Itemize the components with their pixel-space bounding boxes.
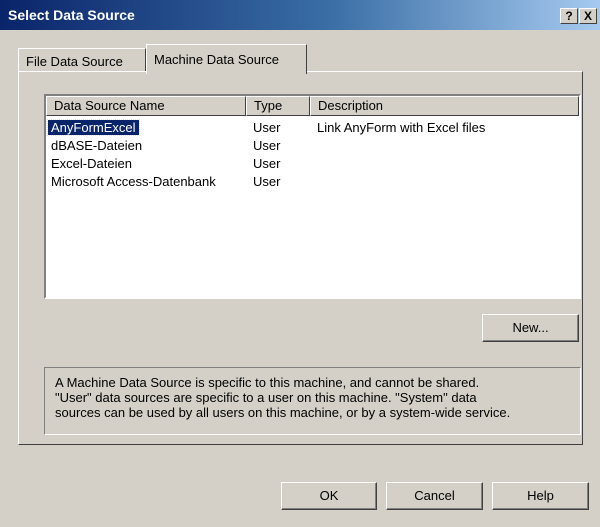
data-source-type: User xyxy=(253,138,281,153)
list-item[interactable]: dBASE-Dateien User xyxy=(46,137,579,155)
tab-file-data-source[interactable]: File Data Source xyxy=(18,48,146,72)
help-icon[interactable]: ? xyxy=(560,8,578,24)
data-source-type: User xyxy=(253,174,281,189)
column-header-type[interactable]: Type xyxy=(246,96,310,116)
data-source-name: Microsoft Access-Datenbank xyxy=(51,174,216,189)
data-source-name: Excel-Dateien xyxy=(51,156,132,171)
data-source-type: User xyxy=(253,120,281,135)
info-line: A Machine Data Source is specific to thi… xyxy=(55,375,480,390)
list-header: Data Source Name Type Description xyxy=(46,96,579,116)
tab-machine-data-source[interactable]: Machine Data Source xyxy=(146,44,307,74)
new-button[interactable]: New... xyxy=(482,314,579,342)
cancel-button[interactable]: Cancel xyxy=(386,482,483,510)
window-title: Select Data Source xyxy=(8,7,135,23)
data-source-list[interactable]: Data Source Name Type Description AnyFor… xyxy=(44,94,581,299)
data-source-name: AnyFormExcel xyxy=(47,119,140,136)
title-bar[interactable]: Select Data Source ? X xyxy=(0,0,600,30)
column-header-description[interactable]: Description xyxy=(310,96,579,116)
help-button[interactable]: Help xyxy=(492,482,589,510)
select-data-source-dialog: Select Data Source ? X File Data Source … xyxy=(0,0,600,527)
close-icon[interactable]: X xyxy=(579,8,597,24)
ok-button[interactable]: OK xyxy=(281,482,377,510)
column-header-name[interactable]: Data Source Name xyxy=(46,96,246,116)
list-item[interactable]: Microsoft Access-Datenbank User xyxy=(46,173,579,191)
data-source-type: User xyxy=(253,156,281,171)
list-item[interactable]: AnyFormExcel User Link AnyForm with Exce… xyxy=(46,119,579,137)
info-description: A Machine Data Source is specific to thi… xyxy=(44,367,581,435)
list-item[interactable]: Excel-Dateien User xyxy=(46,155,579,173)
info-line: "User" data sources are specific to a us… xyxy=(55,390,477,405)
data-source-name: dBASE-Dateien xyxy=(51,138,143,153)
data-source-description: Link AnyForm with Excel files xyxy=(317,120,486,135)
info-line: sources can be used by all users on this… xyxy=(55,405,511,420)
